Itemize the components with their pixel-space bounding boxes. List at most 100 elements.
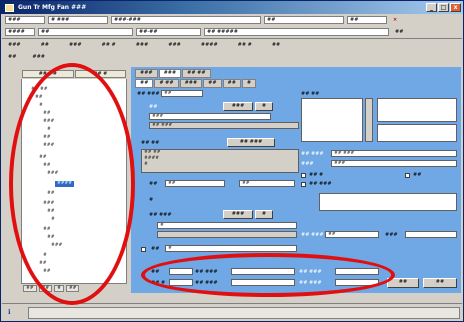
toolbar-field-5[interactable]: ## [347,16,387,24]
mid-field-1[interactable]: ## [165,180,225,187]
name-field[interactable]: ## [161,90,203,97]
menu-item-6[interactable]: ### [165,41,184,49]
checkbox-3[interactable] [301,182,306,187]
toolbar-field-2[interactable]: # ### [48,16,108,24]
menu-item-5[interactable]: ### [133,41,152,49]
bottom-row-2-a-field[interactable] [231,279,295,286]
menu-item-3[interactable]: ### [66,41,85,49]
tree-item[interactable]: ## [43,135,51,141]
bottom-row-1-b-field[interactable] [335,268,379,275]
tree-item[interactable]: ## [43,269,51,275]
tree-item-selected[interactable]: #### [55,181,75,187]
section1-button-2[interactable]: # [255,102,273,111]
tree-item[interactable]: ### [43,201,54,207]
tree-item[interactable]: ### [43,143,54,149]
sub-item-1[interactable]: ## [5,53,19,61]
menu-item-2[interactable]: ## [38,41,52,49]
bottom-button-1[interactable]: ## [387,278,419,288]
tree-item[interactable]: ### [47,171,58,177]
section2-notes[interactable]: ## ## #### # [141,149,299,173]
tree-item[interactable]: ## [47,191,55,197]
checkbox-1[interactable] [301,173,306,178]
menu-item-4[interactable]: ## # [99,41,119,49]
toolbar2-field-2[interactable]: ## [38,28,133,36]
tree-item[interactable]: ## [39,261,47,267]
footer-button-3[interactable]: # [54,285,64,292]
menu-item-9[interactable]: ## [269,41,283,49]
bottom-row-2-field[interactable] [169,279,193,286]
lower-right-field-2[interactable] [405,231,457,238]
mid-button-1[interactable]: ### [223,210,253,219]
right-field-2[interactable]: ### [331,160,457,167]
mid-field-3[interactable]: ## [239,180,295,187]
toolbar2-field-4[interactable]: ## ##### [204,28,389,36]
toolbar-field-3[interactable]: ###-### [111,16,261,24]
tree-item[interactable]: ## ## [31,87,48,93]
sub-item-2[interactable]: ### [29,53,48,61]
menu-item-1[interactable]: ### [5,41,24,49]
tree-item[interactable]: # [43,253,47,259]
bottom-row-1-field[interactable] [169,268,193,275]
right-label-2: ### [301,161,314,167]
lower-field[interactable]: # [165,245,297,252]
toolbar2-trailing[interactable]: ## [392,28,406,36]
close-button[interactable]: x [450,3,461,12]
section1-field-2[interactable]: ## ### [149,122,299,129]
minimize-button[interactable]: _ [426,3,437,12]
main-tab-2[interactable]: ### [158,69,182,78]
lower-right-field[interactable]: ## [325,231,379,238]
main-tab-3[interactable]: ## ## [182,69,211,78]
right-list-box[interactable] [301,98,363,142]
right-list-scrollbar[interactable] [365,98,373,142]
main-tab-1[interactable]: ### [135,69,158,78]
toolbar2-field-1[interactable]: #### [5,28,35,36]
sub-tab-2[interactable]: # ## [154,79,179,88]
tree-item[interactable]: ## [43,111,51,117]
footer-button-4[interactable]: ## [65,285,80,292]
footer-button-1[interactable]: ## [23,285,37,292]
section2-button[interactable]: ## ### [227,138,275,147]
section1-field-1[interactable]: ### [149,113,271,120]
right-field-1[interactable]: ## ### [331,150,457,157]
sub-tab-1[interactable]: ## [135,79,154,88]
sub-tab-4[interactable]: ## [203,79,222,88]
right-memo-box[interactable] [319,193,457,211]
tree-item[interactable]: ## [39,155,47,161]
left-panel-footer: ## ## # ## [21,283,127,293]
right-detail-box[interactable] [377,98,457,122]
bottom-row-1-a-field[interactable] [231,268,295,275]
bottom-button-2[interactable]: ## [423,278,457,288]
tree-item[interactable]: ### [51,243,62,249]
mid-button-2[interactable]: # [255,210,273,219]
footer-button-2[interactable]: ## [38,285,53,292]
mid-field-2b[interactable] [157,231,297,238]
tree-item[interactable]: ## [47,209,55,215]
right-detail-box-2[interactable] [377,124,457,142]
toolbar-field-4[interactable]: ## [264,16,344,24]
sub-tab-3[interactable]: ### [179,79,203,88]
checkbox-2[interactable] [405,173,410,178]
toolbar-field-1[interactable]: ### [5,16,45,24]
tree-item[interactable]: ## [43,163,51,169]
toolbar2-field-3[interactable]: ##-## [136,28,201,36]
left-tab-1[interactable]: ## ## [22,70,74,78]
lower-checkbox[interactable] [141,247,146,252]
tree-item[interactable]: # [47,127,51,133]
section1-button-1[interactable]: ### [223,102,253,111]
tree-item[interactable]: ## [47,235,55,241]
tree-item[interactable]: ### [43,119,54,125]
tree-item[interactable]: ## [43,227,51,233]
menu-item-7[interactable]: #### [198,41,221,49]
toolbar-close-icon[interactable]: × [390,16,400,24]
toolbar-separator [2,38,462,39]
tree-item[interactable]: ## [35,95,43,101]
tree-item[interactable]: # [39,103,43,109]
tree-item[interactable]: # [51,217,55,223]
maximize-button[interactable]: □ [438,3,449,12]
mid-field-2[interactable]: # [157,222,297,229]
sub-tab-6[interactable]: # [241,79,257,88]
sub-tab-5[interactable]: ## [222,79,241,88]
menu-item-8[interactable]: ## # [235,41,255,49]
bottom-row-2-b-field[interactable] [335,279,379,286]
left-tab-2[interactable]: ## # [74,70,126,78]
